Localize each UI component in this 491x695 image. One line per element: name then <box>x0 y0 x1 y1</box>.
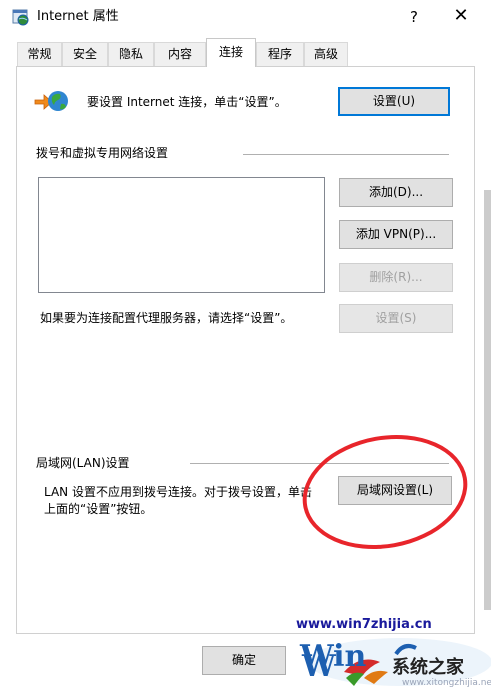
lan-description-line2: 上面的“设置”按钮。 <box>44 502 153 516</box>
setup-button[interactable]: 设置(U) <box>338 87 450 116</box>
network-setup-icon <box>34 88 70 116</box>
tab-connections[interactable]: 连接 <box>206 38 256 67</box>
window-title: Internet 属性 <box>37 9 119 24</box>
lan-heading: 局域网(LAN)设置 <box>36 456 130 470</box>
watermark-brand: 系统之家 <box>392 657 464 678</box>
remove-connection-button[interactable]: 删除(R)... <box>339 263 453 292</box>
tab-general[interactable]: 常规 <box>17 42 62 66</box>
title-bar: Internet 属性 ? ✕ <box>0 0 491 34</box>
setup-instruction: 要设置 Internet 连接，单击“设置”。 <box>87 95 287 109</box>
proxy-instruction: 如果要为连接配置代理服务器，请选择“设置”。 <box>40 311 293 325</box>
add-connection-button[interactable]: 添加(D)... <box>339 178 453 207</box>
add-vpn-button[interactable]: 添加 VPN(P)... <box>339 220 453 249</box>
watermark-sub: www.xitongzhijia.net <box>402 678 491 688</box>
connections-list[interactable] <box>38 177 325 293</box>
dialup-heading: 拨号和虚拟专用网络设置 <box>36 146 169 160</box>
background-scrollbar <box>484 190 491 610</box>
tab-privacy[interactable]: 隐私 <box>108 42 154 66</box>
internet-options-icon <box>12 8 30 26</box>
ok-button[interactable]: 确定 <box>202 646 286 675</box>
tab-programs[interactable]: 程序 <box>256 42 304 66</box>
help-button[interactable]: ? <box>400 6 428 28</box>
tab-security[interactable]: 安全 <box>62 42 108 66</box>
watermark-url: www.win7zhijia.cn <box>296 617 432 632</box>
close-button[interactable]: ✕ <box>448 4 474 28</box>
tab-advanced[interactable]: 高级 <box>304 42 348 66</box>
lan-description-line1: LAN 设置不应用到拨号连接。对于拨号设置，单击 <box>44 485 312 499</box>
connection-settings-button[interactable]: 设置(S) <box>339 304 453 333</box>
tab-content[interactable]: 内容 <box>154 42 206 66</box>
watermark-logo-text: Win <box>300 639 367 674</box>
dialup-divider <box>243 154 449 155</box>
